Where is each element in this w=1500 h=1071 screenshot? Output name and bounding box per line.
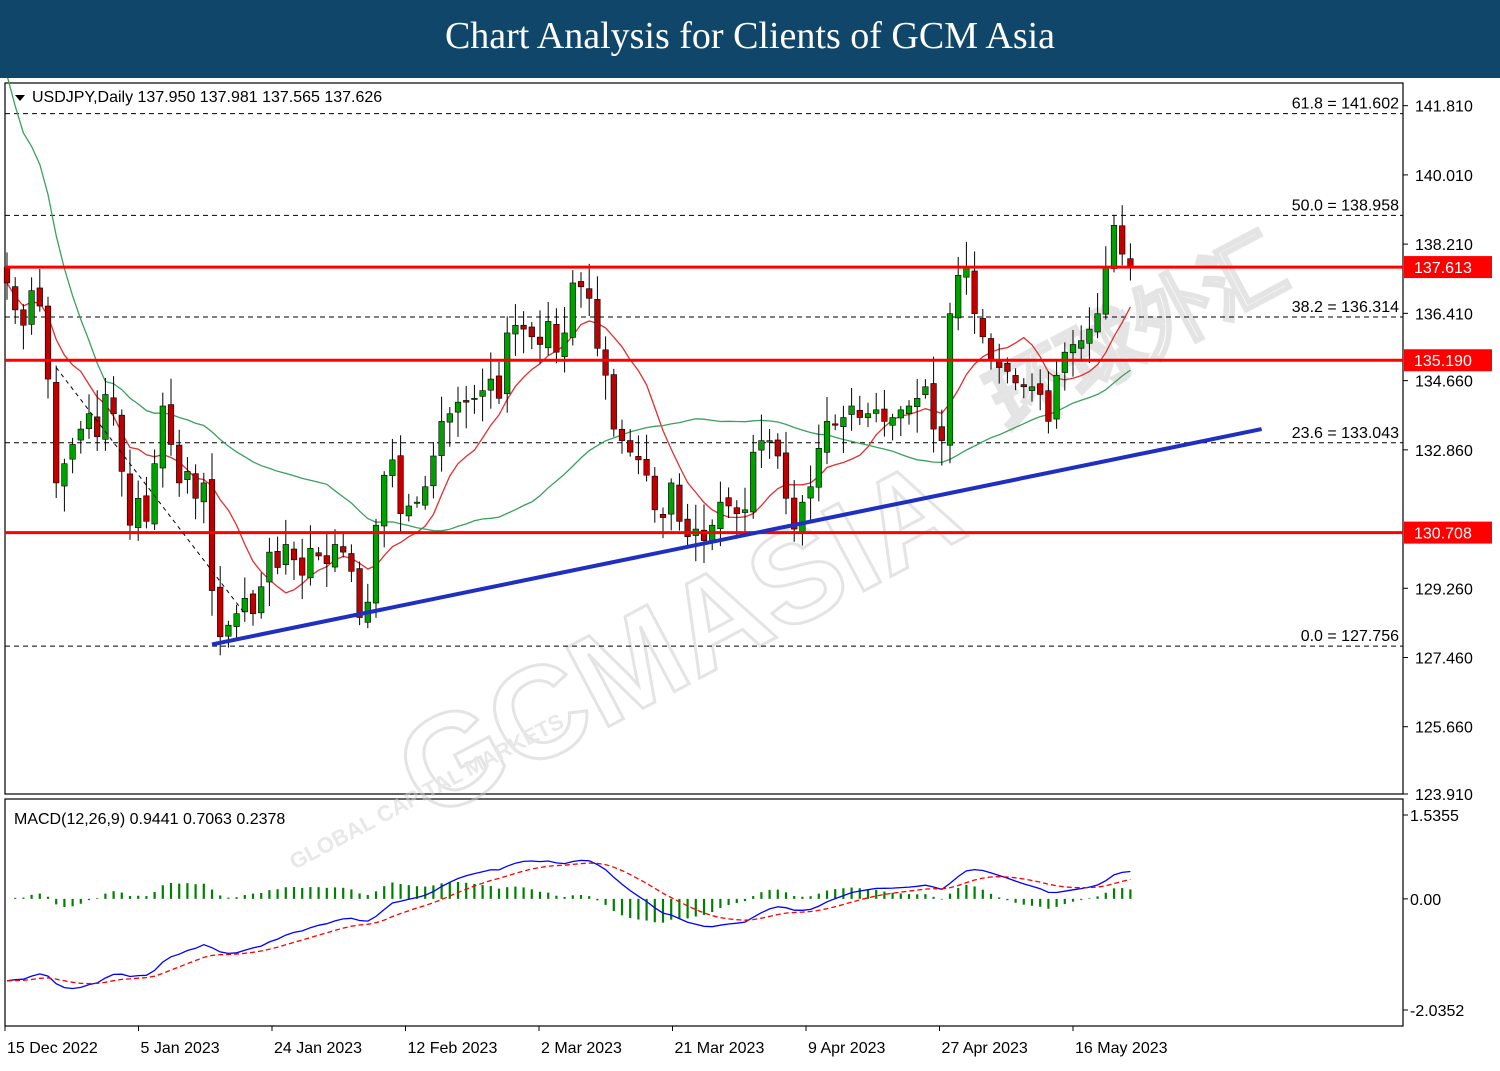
chart-area: GCMASIA GLOBAL CAPITAL MARKETS 环球外汇 61.8…: [3, 78, 1492, 1057]
fib-level-label: 38.2 = 136.314: [1292, 299, 1399, 316]
ohlc-label: USDJPY,Daily 137.950 137.981 137.565 137…: [32, 89, 382, 106]
price-tick-label: 129.260: [1415, 581, 1473, 598]
macd-tick-label: 1.5355: [1410, 808, 1459, 825]
level-price-label: 135.190: [1414, 353, 1472, 370]
date-tick-label: 24 Jan 2023: [274, 1040, 362, 1057]
price-tick-label: 127.460: [1415, 650, 1473, 667]
macd-tick-label: 0.00: [1410, 892, 1441, 909]
fib-level-label: 0.0 = 127.756: [1301, 628, 1399, 645]
date-tick-label: 21 Mar 2023: [675, 1040, 765, 1057]
level-price-label: 137.613: [1414, 260, 1472, 277]
level-price-label: 130.708: [1414, 526, 1472, 543]
date-tick-label: 9 Apr 2023: [808, 1040, 886, 1057]
price-tick-label: 136.410: [1415, 306, 1473, 323]
date-tick-label: 5 Jan 2023: [141, 1040, 220, 1057]
price-tick-label: 134.660: [1415, 374, 1473, 391]
date-tick-label: 15 Dec 2022: [7, 1040, 98, 1057]
header-banner: Chart Analysis for Clients of GCM Asia: [0, 0, 1500, 78]
date-axis: 15 Dec 2022 5 Jan 2023 24 Jan 2023 12 Feb 2…: [4, 1026, 1168, 1057]
date-tick-label: 2 Mar 2023: [541, 1040, 622, 1057]
fib-level-label: 61.8 = 141.602: [1292, 96, 1399, 113]
candle: [610, 368, 617, 437]
candle: [946, 302, 954, 464]
macd-label: MACD(12,26,9) 0.9441 0.7063 0.2378: [14, 811, 285, 828]
date-tick-label: 16 May 2023: [1075, 1040, 1168, 1057]
price-tick-label: 140.010: [1415, 168, 1473, 185]
price-tick-label: 138.210: [1415, 237, 1473, 254]
date-tick-label: 27 Apr 2023: [942, 1040, 1028, 1057]
page-title: Chart Analysis for Clients of GCM Asia: [444, 15, 1056, 57]
fib-level-label: 50.0 = 138.958: [1292, 197, 1399, 214]
candle: [53, 365, 60, 499]
price-tick-label: 125.660: [1415, 720, 1473, 737]
fib-level-label: 23.6 = 133.043: [1292, 425, 1399, 442]
price-tick-label: 132.860: [1415, 443, 1473, 460]
date-tick-label: 12 Feb 2023: [408, 1040, 498, 1057]
macd-tick-label: -2.0352: [1410, 1003, 1464, 1020]
price-axis: 141.810 140.010 138.210 136.410 134.660 132.8…: [1403, 99, 1473, 804]
price-tick-label: 141.810: [1415, 99, 1473, 116]
price-tick-label: 123.910: [1415, 787, 1473, 804]
